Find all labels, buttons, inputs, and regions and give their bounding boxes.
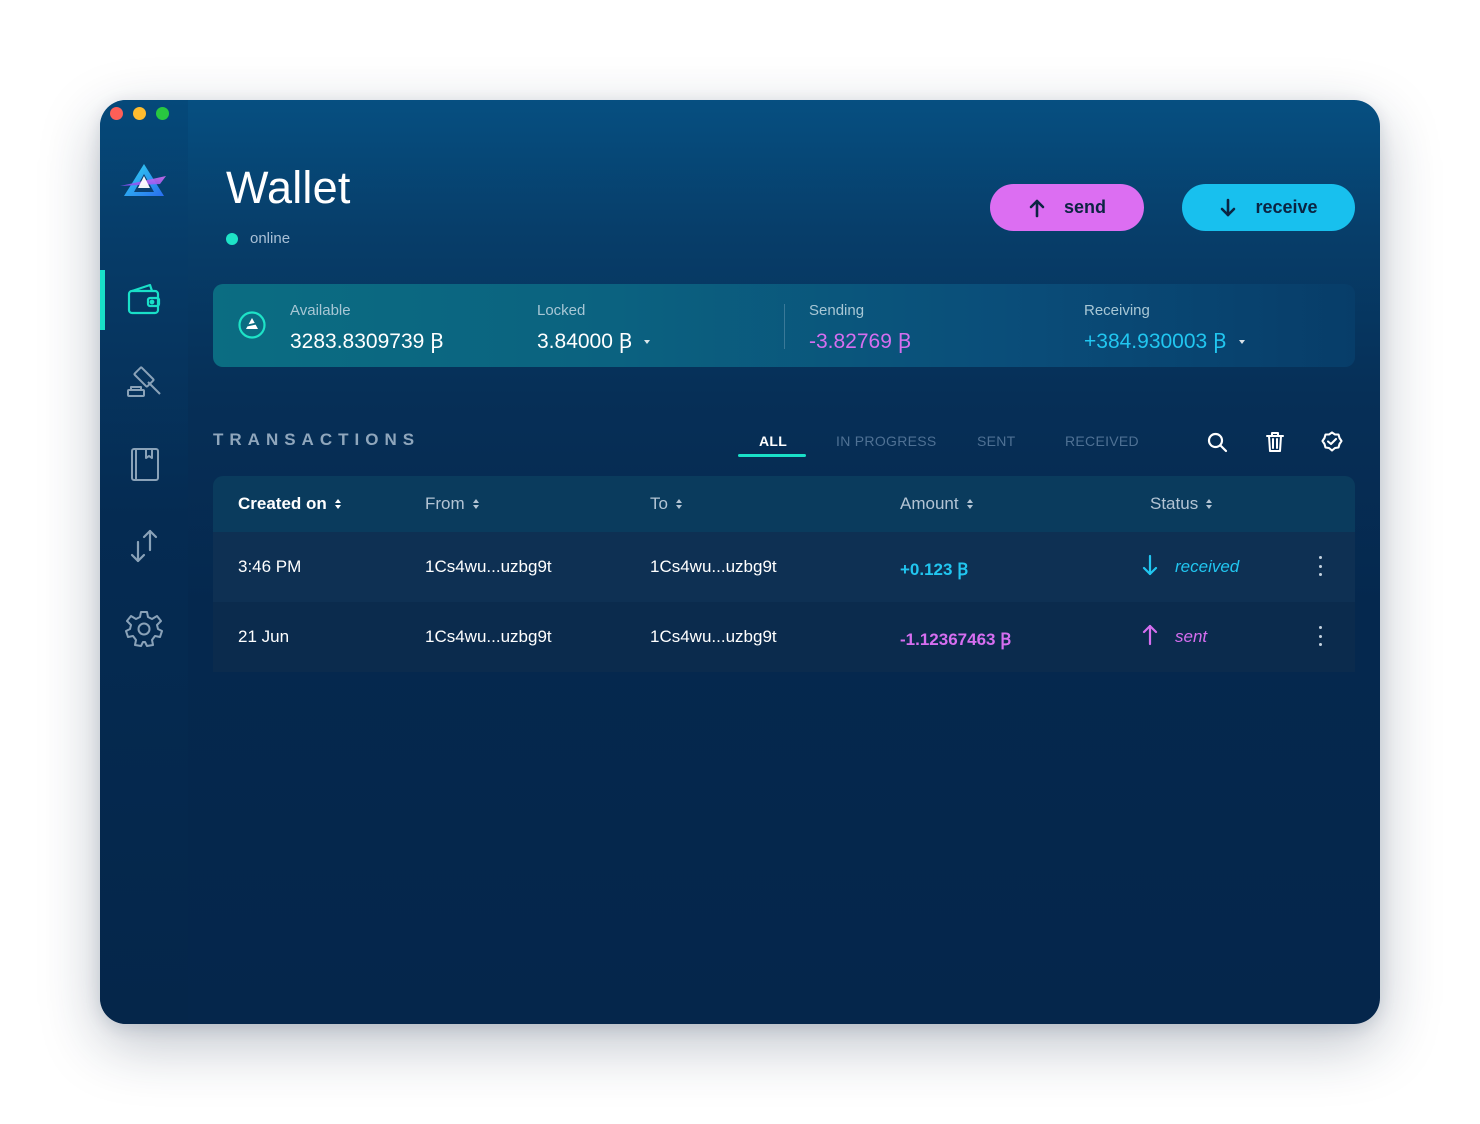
close-window-button[interactable] [110, 107, 123, 120]
amount-cell: -1.12367463 Ꞵ [900, 630, 1012, 649]
arrows-up-down-icon [130, 529, 158, 563]
sidebar [100, 100, 188, 1024]
receive-button-label: receive [1255, 197, 1318, 217]
status-cell: received [1175, 557, 1240, 576]
connection-status: online [226, 230, 290, 247]
gavel-icon [127, 366, 161, 397]
sidebar-item-transfer[interactable] [100, 516, 188, 576]
column-status[interactable]: Status [1150, 494, 1213, 514]
sidebar-item-notebook[interactable] [100, 434, 188, 494]
sort-icon [472, 499, 479, 509]
column-to[interactable]: To [650, 494, 682, 514]
search-icon[interactable] [1206, 431, 1228, 453]
available-label: Available [290, 302, 351, 319]
to-cell: 1Cs4wu...uzbg9t [650, 557, 777, 576]
transactions-table: Created on From To Amount Status 3:46 PM [213, 476, 1355, 672]
tab-sent[interactable]: SENT [977, 433, 1016, 449]
wallet-icon [127, 283, 161, 315]
sort-icon [675, 499, 682, 509]
chevron-down-icon[interactable] [644, 340, 651, 344]
sending-value: -3.82769 Ꞵ [809, 330, 912, 353]
arrow-up-icon [1142, 624, 1158, 646]
from-cell: 1Cs4wu...uzbg9t [425, 557, 552, 576]
status-dot [226, 232, 238, 245]
send-button-label: send [1063, 197, 1106, 217]
created-cell: 21 Jun [238, 627, 290, 646]
active-tab-indicator [738, 454, 806, 457]
column-amount[interactable]: Amount [900, 494, 973, 514]
arrow-down-icon [1221, 198, 1236, 216]
status-cell: sent [1175, 627, 1208, 646]
coin-icon [238, 311, 266, 339]
sending-label: Sending [809, 302, 865, 319]
tab-in-progress[interactable]: IN PROGRESS [836, 433, 937, 449]
send-button[interactable]: send [990, 184, 1144, 231]
sort-icon [1206, 499, 1213, 509]
app-window: Wallet online send receive Available 328… [100, 100, 1380, 1024]
more-options-icon[interactable] [1317, 626, 1323, 646]
receiving-value: +384.930003 Ꞵ [1084, 330, 1227, 353]
sending-balance: Sending -3.82769 Ꞵ [809, 302, 911, 355]
trash-icon[interactable] [1264, 431, 1286, 453]
column-label: To [650, 494, 668, 513]
more-options-icon[interactable] [1317, 556, 1323, 576]
receiving-label: Receiving [1084, 302, 1150, 319]
sort-icon [966, 499, 973, 509]
page-title: Wallet [226, 162, 351, 213]
locked-balance[interactable]: Locked 3.84000 Ꞵ [537, 302, 651, 355]
window-controls [110, 107, 169, 120]
arrow-up-icon [1029, 199, 1045, 217]
amount-cell: +0.123 Ꞵ [900, 560, 969, 579]
zoom-window-button[interactable] [156, 107, 169, 120]
triangle-logo-icon [120, 164, 166, 196]
table-row[interactable]: 3:46 PM 1Cs4wu...uzbg9t 1Cs4wu...uzbg9t … [213, 532, 1355, 602]
created-cell: 3:46 PM [238, 557, 302, 576]
chevron-down-icon[interactable] [1238, 340, 1245, 344]
column-label: From [425, 494, 465, 513]
receiving-balance[interactable]: Receiving +384.930003 Ꞵ [1084, 302, 1245, 355]
available-value: 3283.8309739 Ꞵ [290, 330, 444, 353]
status-text: online [250, 230, 291, 247]
column-label: Status [1150, 494, 1199, 513]
column-created-on[interactable]: Created on [238, 494, 341, 514]
to-cell: 1Cs4wu...uzbg9t [650, 627, 777, 646]
transactions-heading: TRANSACTIONS [213, 430, 421, 449]
tab-all[interactable]: ALL [759, 433, 787, 449]
sidebar-item-wallet[interactable] [100, 270, 188, 330]
locked-value: 3.84000 Ꞵ [537, 330, 633, 353]
balance-panel: Available 3283.8309739 Ꞵ Locked 3.84000 … [213, 284, 1355, 367]
divider [784, 304, 785, 349]
minimize-window-button[interactable] [133, 107, 146, 120]
gear-icon [125, 611, 163, 647]
column-from[interactable]: From [425, 494, 479, 514]
table-row[interactable]: 21 Jun 1Cs4wu...uzbg9t 1Cs4wu...uzbg9t -… [213, 602, 1355, 672]
locked-label: Locked [537, 302, 586, 319]
from-cell: 1Cs4wu...uzbg9t [425, 627, 552, 646]
column-label: Created on [238, 494, 327, 513]
table-header: Created on From To Amount Status [213, 476, 1355, 532]
notebook-icon [131, 448, 159, 481]
sort-icon [334, 499, 341, 509]
sidebar-item-settings[interactable] [100, 598, 188, 658]
arrow-down-icon [1142, 554, 1158, 576]
badge-check-icon[interactable] [1321, 431, 1343, 453]
sidebar-item-auction[interactable] [100, 352, 188, 412]
receive-button[interactable]: receive [1182, 184, 1355, 231]
tab-received[interactable]: RECEIVED [1065, 433, 1139, 449]
column-label: Amount [900, 494, 959, 513]
available-balance: Available 3283.8309739 Ꞵ [290, 302, 444, 355]
